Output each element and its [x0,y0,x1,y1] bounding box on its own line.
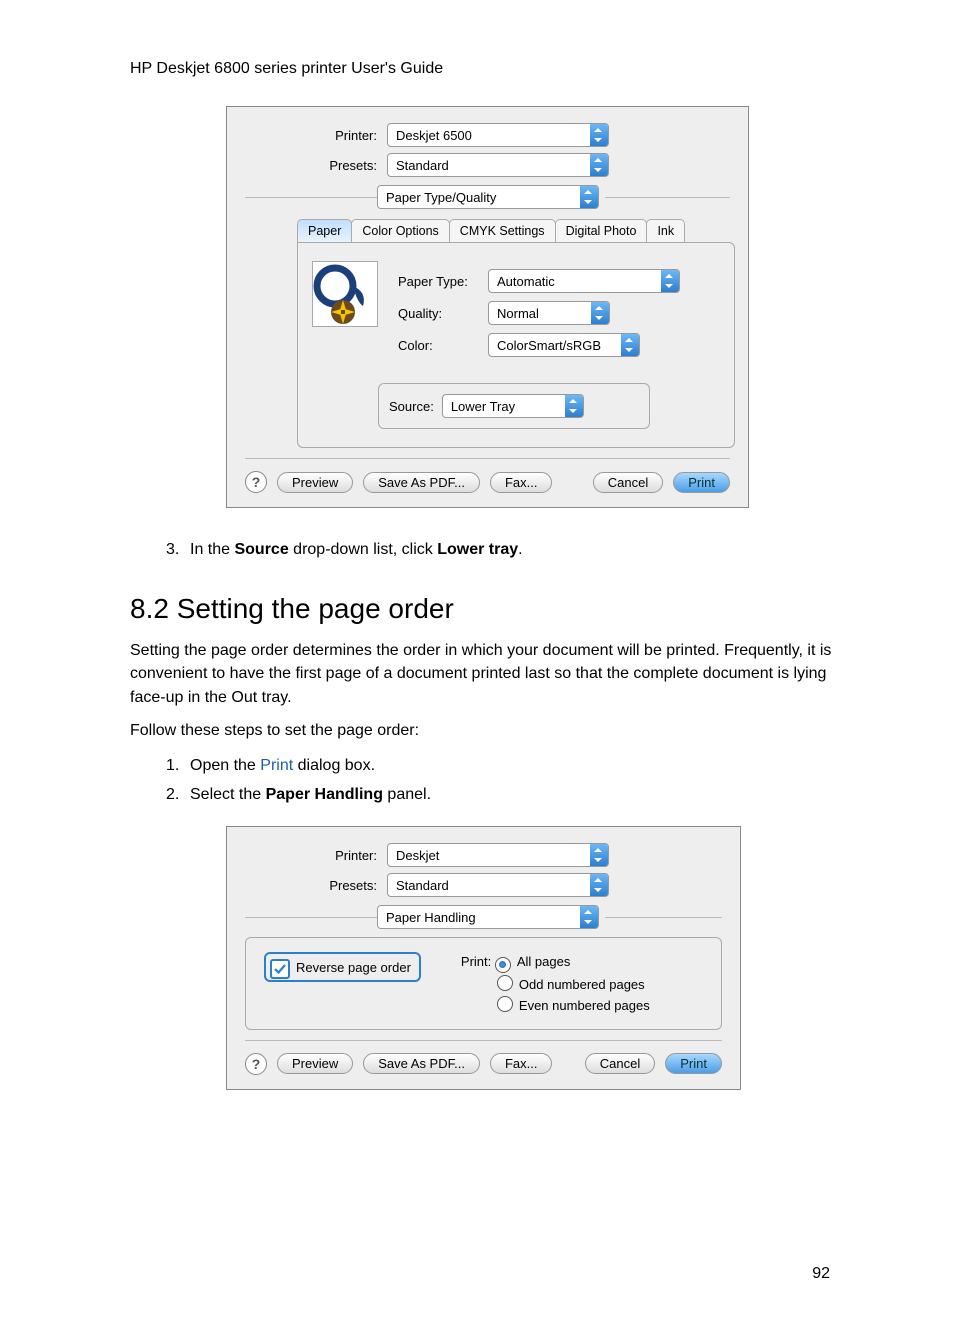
tab-paper[interactable]: Paper [297,219,352,242]
cancel-button[interactable]: Cancel [585,1053,655,1074]
print-dialog-paper-handling: Printer: Deskjet Presets: Standard Paper… [226,826,741,1090]
source-value: Lower Tray [443,399,565,414]
paper-type-dropdown[interactable]: Automatic [488,269,680,293]
fax-button[interactable]: Fax... [490,1053,553,1074]
dropdown-arrow-icon [580,186,598,208]
tab-body-paper: Paper Type: Automatic Quality: Normal [297,242,735,448]
panel-value: Paper Handling [378,910,580,925]
color-label: Color: [398,338,488,353]
source-label: Source: [389,399,434,414]
tab-cmyk-settings[interactable]: CMYK Settings [449,219,556,242]
section-heading: 8.2 Setting the page order [130,593,834,625]
source-dropdown[interactable]: Lower Tray [442,394,584,418]
dropdown-arrow-icon [580,906,598,928]
step-3: 3. In the Source drop-down list, click L… [166,536,834,563]
radio-all-pages[interactable] [495,957,511,973]
quality-value: Normal [489,306,591,321]
paper-type-label: Paper Type: [398,274,488,289]
section-paragraph-1: Setting the page order determines the or… [130,639,834,709]
section-paragraph-2: Follow these steps to set the page order… [130,719,834,742]
paper-type-value: Automatic [489,274,661,289]
print-pages-group: Print: All pages Odd numbered pages Even… [461,952,650,1015]
tab-bar: Paper Color Options CMYK Settings Digita… [297,219,730,242]
presets-label: Presets: [245,878,387,893]
print-button[interactable]: Print [673,472,730,493]
print-dialog-paper-type: Printer: Deskjet 6500 Presets: Standard … [226,106,749,508]
presets-value: Standard [388,878,590,893]
radio-even-pages[interactable] [497,996,513,1012]
help-button[interactable]: ? [245,1053,267,1075]
dropdown-arrow-icon [591,302,609,324]
dropdown-arrow-icon [565,395,583,417]
printer-value: Deskjet 6500 [388,128,590,143]
radio-odd-pages[interactable] [497,975,513,991]
presets-value: Standard [388,158,590,173]
reverse-page-order-checkbox[interactable] [270,959,290,979]
quality-dropdown[interactable]: Normal [488,301,610,325]
printer-dropdown[interactable]: Deskjet [387,843,609,867]
printer-label: Printer: [245,128,387,143]
tab-color-options[interactable]: Color Options [351,219,449,242]
radio-odd-pages-label: Odd numbered pages [519,977,645,992]
paper-handling-body: Reverse page order Print: All pages Odd … [245,937,722,1030]
print-label: Print: [461,954,491,969]
source-group: Source: Lower Tray [378,383,650,429]
dropdown-arrow-icon [590,124,608,146]
panel-dropdown[interactable]: Paper Type/Quality [377,185,599,209]
preview-button[interactable]: Preview [277,1053,353,1074]
presets-label: Presets: [245,158,387,173]
dropdown-arrow-icon [661,270,679,292]
print-link[interactable]: Print [260,757,293,774]
printer-value: Deskjet [388,848,590,863]
panel-value: Paper Type/Quality [378,190,580,205]
preview-thumbnail [312,261,378,327]
printer-label: Printer: [245,848,387,863]
dropdown-arrow-icon [590,844,608,866]
step-number: 3. [166,536,190,563]
preview-button[interactable]: Preview [277,472,353,493]
tab-digital-photo[interactable]: Digital Photo [555,219,648,242]
step-number: 2. [166,781,190,808]
button-bar: ? Preview Save As PDF... Fax... Cancel P… [245,471,730,493]
page-number: 92 [812,1265,830,1283]
presets-dropdown[interactable]: Standard [387,873,609,897]
radio-even-pages-label: Even numbered pages [519,998,650,1013]
cancel-button[interactable]: Cancel [593,472,663,493]
save-as-pdf-button[interactable]: Save As PDF... [363,472,480,493]
quality-label: Quality: [398,306,488,321]
dropdown-arrow-icon [590,874,608,896]
save-as-pdf-button[interactable]: Save As PDF... [363,1053,480,1074]
step-2: 2. Select the Paper Handling panel. [166,781,834,808]
radio-all-pages-label: All pages [517,954,570,969]
button-bar: ? Preview Save As PDF... Fax... Cancel P… [245,1053,722,1075]
step-number: 1. [166,752,190,779]
color-dropdown[interactable]: ColorSmart/sRGB [488,333,640,357]
dropdown-arrow-icon [590,154,608,176]
reverse-page-order-label: Reverse page order [296,960,411,975]
help-button[interactable]: ? [245,471,267,493]
print-button[interactable]: Print [665,1053,722,1074]
reverse-page-order-highlight: Reverse page order [264,952,421,982]
printer-dropdown[interactable]: Deskjet 6500 [387,123,609,147]
tab-ink[interactable]: Ink [646,219,685,242]
presets-dropdown[interactable]: Standard [387,153,609,177]
fax-button[interactable]: Fax... [490,472,553,493]
panel-dropdown[interactable]: Paper Handling [377,905,599,929]
color-value: ColorSmart/sRGB [489,338,621,353]
step-1: 1. Open the Print dialog box. [166,752,834,779]
page-header: HP Deskjet 6800 series printer User's Gu… [130,60,834,78]
dropdown-arrow-icon [621,334,639,356]
